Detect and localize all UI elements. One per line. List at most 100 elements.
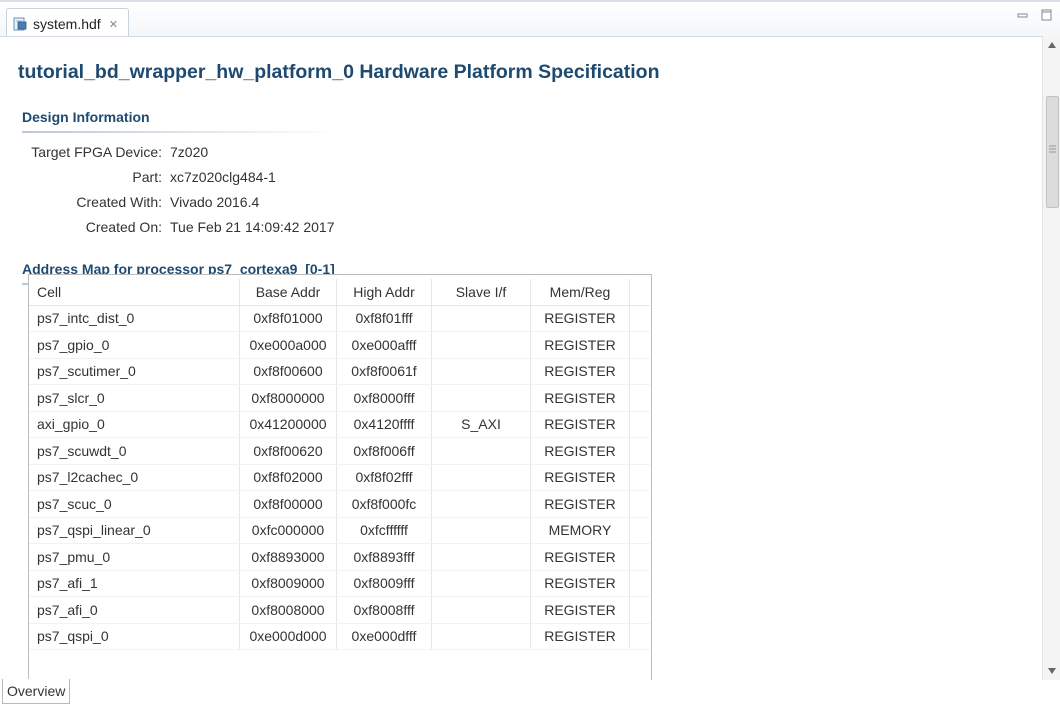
cell-filler (629, 411, 650, 438)
cell-slave-if (431, 384, 531, 412)
editor-tab-label: system.hdf (33, 16, 101, 32)
cell-slave-if (431, 543, 531, 571)
cell-high-addr: 0xf8f02fff (336, 464, 432, 491)
table-row[interactable]: ps7_afi_1 0xf8009000 0xf8009fff REGISTER (29, 570, 650, 597)
cell-base-addr: 0x41200000 (239, 411, 337, 438)
column-header-cell[interactable]: Cell (29, 279, 240, 306)
cell-name: ps7_slcr_0 (29, 384, 240, 412)
table-row[interactable]: ps7_slcr_0 0xf8000000 0xf8000fff REGISTER (29, 384, 650, 412)
cell-filler (629, 596, 650, 624)
cell-name: ps7_gpio_0 (29, 331, 240, 359)
cell-high-addr: 0xf8893fff (336, 543, 432, 571)
scroll-down-arrow-icon[interactable] (1043, 662, 1060, 680)
table-row[interactable]: axi_gpio_0 0x41200000 0x4120ffff S_AXI REGIS… (29, 411, 650, 438)
scroll-up-arrow-icon[interactable] (1043, 36, 1060, 54)
table-row[interactable]: ps7_scuc_0 0xf8f00000 0xf8f000fc REGISTER (29, 490, 650, 518)
column-header-high-addr[interactable]: High Addr (336, 279, 432, 306)
cell-mem-reg: REGISTER (530, 331, 630, 359)
scrollbar-thumb[interactable] (1046, 96, 1059, 208)
cell-high-addr: 0xf8f000fc (336, 490, 432, 518)
cell-mem-reg: REGISTER (530, 570, 630, 597)
info-row-target-device: Target FPGA Device: 7z020 (22, 144, 522, 164)
hdf-file-icon (13, 17, 27, 31)
cell-mem-reg: REGISTER (530, 543, 630, 571)
table-row[interactable]: ps7_afi_0 0xf8008000 0xf8008fff REGISTER (29, 596, 650, 624)
cell-filler (629, 490, 650, 518)
cell-name: ps7_intc_dist_0 (29, 305, 240, 332)
cell-slave-if (431, 305, 531, 332)
cell-filler (629, 358, 650, 385)
table-header-row: Cell Base Addr High Addr Slave I/f Mem/R… (29, 279, 650, 306)
close-icon[interactable]: ✕ (109, 18, 118, 31)
cell-name: ps7_scuwdt_0 (29, 437, 240, 465)
cell-mem-reg: REGISTER (530, 358, 630, 385)
cell-filler (629, 570, 650, 597)
tab-overview[interactable]: Overview (2, 679, 71, 704)
info-label: Target FPGA Device: (31, 144, 162, 160)
maximize-icon[interactable] (1040, 8, 1054, 21)
cell-slave-if: S_AXI (431, 411, 531, 438)
cell-filler (629, 437, 650, 465)
table-row[interactable]: ps7_l2cachec_0 0xf8f02000 0xf8f02fff REGIST… (29, 464, 650, 491)
address-map-table: Cell Base Addr High Addr Slave I/f Mem/R… (28, 274, 652, 681)
vertical-scrollbar[interactable] (1042, 36, 1060, 680)
info-value: xc7z020clg484-1 (170, 169, 276, 185)
column-header-mem-reg[interactable]: Mem/Reg (530, 279, 630, 306)
cell-high-addr: 0xe000afff (336, 331, 432, 359)
cell-filler (629, 464, 650, 491)
cell-name: ps7_pmu_0 (29, 543, 240, 571)
cell-name: ps7_scutimer_0 (29, 358, 240, 385)
table-row[interactable]: ps7_scutimer_0 0xf8f00600 0xf8f0061f REGIST… (29, 358, 650, 385)
cell-name: ps7_afi_1 (29, 570, 240, 597)
cell-high-addr: 0xf8f0061f (336, 358, 432, 385)
cell-slave-if (431, 331, 531, 359)
cell-filler (629, 331, 650, 359)
table-row[interactable]: ps7_pmu_0 0xf8893000 0xf8893fff REGISTER (29, 543, 650, 571)
cell-slave-if (431, 490, 531, 518)
cell-base-addr: 0xe000a000 (239, 331, 337, 359)
editor-tab-system-hdf[interactable]: system.hdf ✕ (6, 8, 129, 39)
cell-filler (629, 623, 650, 650)
info-row-created-with: Created With: Vivado 2016.4 (22, 194, 522, 214)
info-row-part: Part: xc7z020clg484-1 (22, 169, 522, 189)
table-row[interactable]: ps7_qspi_linear_0 0xfc000000 0xfcffffff MEM… (29, 517, 650, 544)
column-header-slave-if[interactable]: Slave I/f (431, 279, 531, 306)
minimize-icon[interactable] (1016, 8, 1030, 20)
cell-mem-reg: REGISTER (530, 305, 630, 332)
cell-base-addr: 0xfc000000 (239, 517, 337, 544)
page-title: tutorial_bd_wrapper_hw_platform_0 Hardwa… (18, 61, 660, 83)
cell-high-addr: 0xf8008fff (336, 596, 432, 624)
hardware-spec-content: tutorial_bd_wrapper_hw_platform_0 Hardwa… (0, 36, 1042, 681)
cell-mem-reg: REGISTER (530, 384, 630, 412)
bottom-tab-bar: Overview (0, 679, 1060, 708)
cell-filler (629, 543, 650, 571)
cell-mem-reg: MEMORY (530, 517, 630, 544)
info-label: Created With: (76, 194, 162, 210)
cell-filler (629, 384, 650, 412)
cell-base-addr: 0xf8f00000 (239, 490, 337, 518)
cell-high-addr: 0xf8f006ff (336, 437, 432, 465)
table-row[interactable]: ps7_gpio_0 0xe000a000 0xe000afff REGISTER (29, 331, 650, 359)
cell-slave-if (431, 570, 531, 597)
cell-base-addr: 0xe000d000 (239, 623, 337, 650)
cell-name: ps7_l2cachec_0 (29, 464, 240, 491)
design-information-heading: Design Information (22, 109, 150, 125)
table-row[interactable]: ps7_qspi_0 0xe000d000 0xe000dfff REGISTER (29, 623, 650, 650)
cell-slave-if (431, 596, 531, 624)
cell-name: axi_gpio_0 (29, 411, 240, 438)
cell-base-addr: 0xf8f00600 (239, 358, 337, 385)
cell-base-addr: 0xf8008000 (239, 596, 337, 624)
table-row[interactable]: ps7_scuwdt_0 0xf8f00620 0xf8f006ff REGISTER (29, 437, 650, 465)
column-header-filler (629, 279, 650, 306)
table-row[interactable]: ps7_intc_dist_0 0xf8f01000 0xf8f01fff REGIS… (29, 305, 650, 332)
editor-tab-bar: system.hdf ✕ (0, 0, 1060, 39)
cell-mem-reg: REGISTER (530, 464, 630, 491)
cell-name: ps7_qspi_linear_0 (29, 517, 240, 544)
cell-base-addr: 0xf8f01000 (239, 305, 337, 332)
cell-base-addr: 0xf8f02000 (239, 464, 337, 491)
cell-high-addr: 0x4120ffff (336, 411, 432, 438)
cell-high-addr: 0xfcffffff (336, 517, 432, 544)
cell-filler (629, 305, 650, 332)
column-header-base-addr[interactable]: Base Addr (239, 279, 337, 306)
info-label: Part: (132, 169, 162, 185)
